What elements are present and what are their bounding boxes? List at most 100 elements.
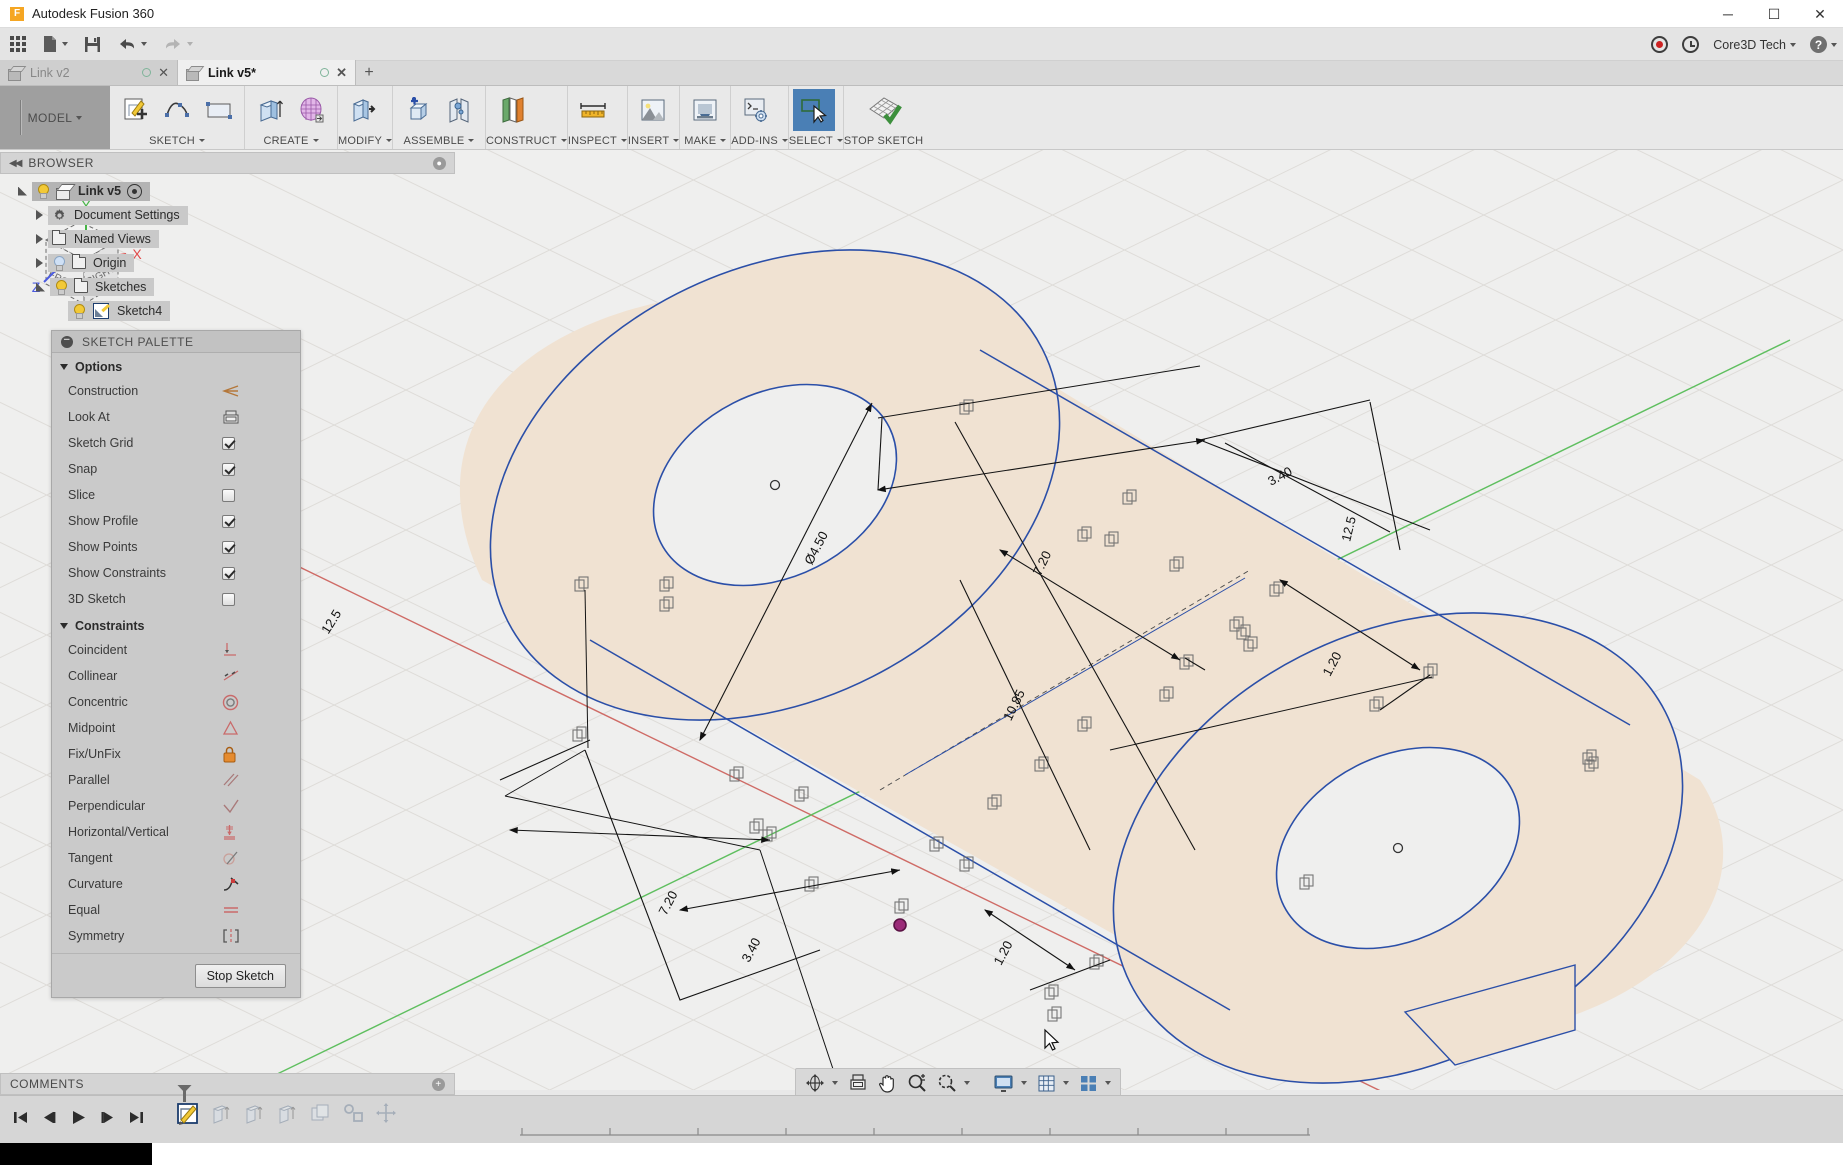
tree-item-sketch4[interactable]: Sketch4 [0,299,455,323]
collinear-icon[interactable] [222,668,240,684]
sketch-spline-icon[interactable] [156,89,198,131]
timeline-feature-move[interactable] [369,1098,402,1128]
redo-caret-icon[interactable] [187,42,193,46]
offset-plane-icon[interactable] [490,89,532,131]
close-button[interactable]: ✕ [1797,0,1843,28]
3d-sketch-checkbox[interactable] [222,593,235,606]
palette-row-fix-unfix[interactable]: Fix/UnFix [52,741,300,767]
create-sketch-icon[interactable] [114,89,156,131]
chevron-down-icon[interactable] [468,139,474,142]
sketch-palette-header[interactable]: − SKETCH PALETTE [52,331,300,353]
undo-caret-icon[interactable] [141,42,147,46]
palette-row-sketch-grid[interactable]: Sketch Grid [52,430,300,456]
section-constraints[interactable]: Constraints [52,612,300,637]
grid-snaps-icon[interactable] [1033,1071,1073,1095]
revolve-icon[interactable] [291,89,333,131]
workspace-caret-icon[interactable] [76,116,82,120]
help-menu[interactable]: ? [1810,36,1837,53]
chevron-down-icon[interactable] [621,139,627,142]
ribbon-group-label[interactable]: MODIFY [338,132,392,149]
play-icon[interactable] [70,1109,87,1131]
palette-row-snap[interactable]: Snap [52,456,300,482]
tree-item-link-v5[interactable]: Link v5 [0,179,455,203]
chevron-down-icon[interactable] [313,139,319,142]
ribbon-group-label[interactable]: STOP SKETCH [844,132,923,149]
show-profile-checkbox[interactable] [222,515,235,528]
ribbon-group-label[interactable]: ASSEMBLE [393,132,485,149]
add-comment-icon[interactable]: + [432,1078,445,1091]
document-sync-icon[interactable] [142,68,151,77]
palette-row-parallel[interactable]: Parallel [52,767,300,793]
palette-row-3d-sketch[interactable]: 3D Sketch [52,586,300,612]
palette-row-show-constraints[interactable]: Show Constraints [52,560,300,586]
show-constraints-checkbox[interactable] [222,567,235,580]
look-at-icon[interactable] [222,410,240,425]
palette-row-equal[interactable]: Equal [52,897,300,923]
collapse-minus-icon[interactable]: − [61,336,73,348]
chevron-down-icon[interactable] [60,623,68,629]
document-tab-link-v5[interactable]: Link v5* ✕ [178,60,356,85]
step-back-icon[interactable] [41,1109,58,1131]
chevron-down-icon[interactable] [720,139,726,142]
expander-closed-icon[interactable] [36,234,43,244]
palette-row-show-profile[interactable]: Show Profile [52,508,300,534]
timeline-feature-extrude[interactable] [237,1098,270,1128]
orbit-caret-icon[interactable] [832,1081,838,1085]
slice-checkbox[interactable] [222,489,235,502]
palette-row-slice[interactable]: Slice [52,482,300,508]
tree-item-document-settings[interactable]: Document Settings [0,203,455,227]
ribbon-group-label[interactable]: MAKE [680,132,730,149]
document-close-icon[interactable]: ✕ [336,66,347,79]
sketch-plane-icon[interactable] [198,89,240,131]
undo-icon[interactable] [111,30,153,58]
chevron-down-icon[interactable] [561,139,567,142]
tree-item-sketches[interactable]: Sketches [0,275,455,299]
skip-to-start-icon[interactable] [12,1109,29,1131]
pan-hand-icon[interactable] [874,1071,901,1095]
new-file-caret-icon[interactable] [62,42,68,46]
minimize-button[interactable]: ─ [1705,0,1751,28]
ribbon-group-label[interactable]: SELECT [789,132,843,149]
new-file-icon[interactable] [36,30,74,58]
skip-to-end-icon[interactable] [128,1109,145,1131]
job-status-icon[interactable] [1651,36,1668,53]
palette-row-collinear[interactable]: Collinear [52,663,300,689]
show-points-checkbox[interactable] [222,541,235,554]
ribbon-group-label[interactable]: CONSTRUCT [486,132,567,149]
recent-activity-icon[interactable] [1682,36,1699,53]
palette-row-symmetry[interactable]: Symmetry [52,923,300,949]
maximize-button[interactable]: ☐ [1751,0,1797,28]
construction-line-icon[interactable] [222,384,240,398]
chevron-down-icon[interactable] [782,139,788,142]
measure-icon[interactable] [572,89,614,131]
section-options[interactable]: Options [52,353,300,378]
equal-icon[interactable] [222,903,240,917]
chevron-down-icon[interactable] [60,364,68,370]
timeline-feature-extrude[interactable] [204,1098,237,1128]
browser-options-icon[interactable]: ● [433,157,446,170]
zoom-window-icon[interactable] [933,1071,974,1095]
palette-row-look-at[interactable]: Look At [52,404,300,430]
grid-caret-icon[interactable] [1063,1081,1069,1085]
concentric-icon[interactable] [222,694,239,711]
timeline-feature-copy[interactable] [303,1098,336,1128]
tree-item-named-views[interactable]: Named Views [0,227,455,251]
stop-sketch-icon[interactable] [856,89,912,131]
palette-row-perpendicular[interactable]: Perpendicular [52,793,300,819]
timeline-feature-sketch[interactable] [171,1098,204,1128]
ribbon-group-label[interactable]: CREATE [245,132,337,149]
redo-icon[interactable] [157,30,199,58]
timeline-feature-joint[interactable] [336,1098,369,1128]
palette-row-show-points[interactable]: Show Points [52,534,300,560]
palette-row-curvature[interactable]: Curvature [52,871,300,897]
chevron-down-icon[interactable] [837,139,843,142]
chevron-down-icon[interactable] [673,139,679,142]
viewports-caret-icon[interactable] [1105,1081,1111,1085]
palette-row-construction[interactable]: Construction [52,378,300,404]
save-icon[interactable] [78,30,107,58]
expander-closed-icon[interactable] [36,210,43,220]
stop-sketch-button[interactable]: Stop Sketch [195,964,286,988]
palette-row-midpoint[interactable]: Midpoint [52,715,300,741]
visibility-bulb-icon[interactable] [54,280,67,294]
insert-mcmaster-icon[interactable] [632,89,674,131]
